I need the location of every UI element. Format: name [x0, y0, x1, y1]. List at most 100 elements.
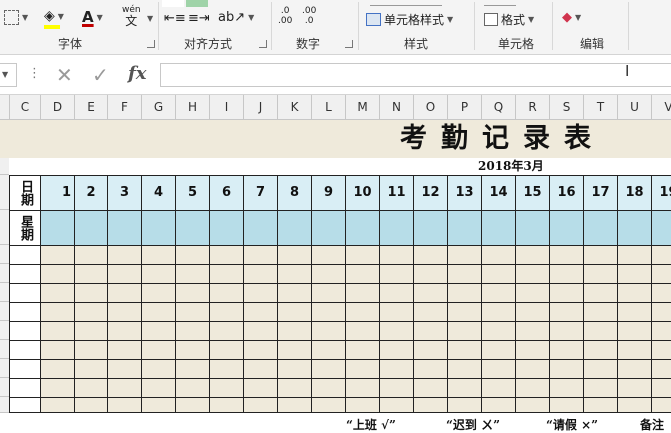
- column-header[interactable]: P: [448, 95, 482, 120]
- attendance-cell[interactable]: [516, 284, 550, 303]
- attendance-cell[interactable]: [448, 284, 482, 303]
- attendance-cell[interactable]: [142, 398, 176, 413]
- row-label-week[interactable]: 星期: [10, 211, 41, 246]
- attendance-cell[interactable]: [176, 303, 210, 322]
- attendance-cell[interactable]: [108, 246, 142, 265]
- column-header[interactable]: G: [142, 95, 176, 120]
- sheet-subtitle[interactable]: 2018年3月: [478, 158, 544, 175]
- attendance-cell[interactable]: [312, 398, 346, 413]
- legend-present[interactable]: “上班 √”: [346, 416, 396, 433]
- column-header[interactable]: L: [312, 95, 346, 120]
- weekday-cell[interactable]: [618, 211, 652, 246]
- column-header[interactable]: V: [652, 95, 671, 120]
- attendance-cell[interactable]: [652, 360, 671, 379]
- attendance-cell[interactable]: [550, 322, 584, 341]
- attendance-cell[interactable]: [652, 303, 671, 322]
- attendance-cell[interactable]: [244, 379, 278, 398]
- row-header[interactable]: [0, 397, 9, 413]
- name-cell[interactable]: [10, 360, 41, 379]
- column-header[interactable]: E: [75, 95, 108, 120]
- attendance-cell[interactable]: [312, 284, 346, 303]
- cancel-icon[interactable]: ✕: [56, 63, 73, 87]
- weekday-cell[interactable]: [278, 211, 312, 246]
- attendance-cell[interactable]: [278, 322, 312, 341]
- column-header[interactable]: K: [278, 95, 312, 120]
- attendance-cell[interactable]: [176, 246, 210, 265]
- attendance-cell[interactable]: [244, 303, 278, 322]
- attendance-cell[interactable]: [108, 265, 142, 284]
- border-button[interactable]: ▼: [4, 10, 28, 25]
- weekday-cell[interactable]: [516, 211, 550, 246]
- weekday-cell[interactable]: [108, 211, 142, 246]
- attendance-cell[interactable]: [41, 322, 75, 341]
- weekday-cell[interactable]: [584, 211, 618, 246]
- attendance-cell[interactable]: [550, 398, 584, 413]
- weekday-cell[interactable]: [550, 211, 584, 246]
- weekday-cell[interactable]: [346, 211, 380, 246]
- day-cell[interactable]: 1: [41, 176, 75, 211]
- attendance-cell[interactable]: [448, 398, 482, 413]
- attendance-cell[interactable]: [550, 360, 584, 379]
- weekday-cell[interactable]: [482, 211, 516, 246]
- attendance-cell[interactable]: [278, 379, 312, 398]
- attendance-cell[interactable]: [380, 303, 414, 322]
- name-cell[interactable]: [10, 265, 41, 284]
- attendance-cell[interactable]: [618, 265, 652, 284]
- attendance-cell[interactable]: [108, 303, 142, 322]
- attendance-cell[interactable]: [448, 246, 482, 265]
- attendance-cell[interactable]: [210, 246, 244, 265]
- attendance-cell[interactable]: [414, 360, 448, 379]
- attendance-cell[interactable]: [210, 322, 244, 341]
- number-dialog-launcher-icon[interactable]: [345, 40, 353, 48]
- day-cell[interactable]: 15: [516, 176, 550, 211]
- attendance-cell[interactable]: [414, 265, 448, 284]
- attendance-cell[interactable]: [380, 341, 414, 360]
- attendance-cell[interactable]: [75, 303, 108, 322]
- attendance-cell[interactable]: [414, 379, 448, 398]
- attendance-cell[interactable]: [618, 246, 652, 265]
- attendance-cell[interactable]: [41, 360, 75, 379]
- attendance-cell[interactable]: [448, 379, 482, 398]
- attendance-cell[interactable]: [448, 303, 482, 322]
- legend-leave[interactable]: “请假 ×”: [546, 416, 598, 433]
- attendance-cell[interactable]: [278, 398, 312, 413]
- column-header[interactable]: F: [108, 95, 142, 120]
- attendance-cell[interactable]: [652, 246, 671, 265]
- attendance-cell[interactable]: [312, 322, 346, 341]
- column-header[interactable]: I: [210, 95, 244, 120]
- column-header[interactable]: Q: [482, 95, 516, 120]
- confirm-icon[interactable]: ✓: [92, 63, 109, 87]
- attendance-cell[interactable]: [142, 379, 176, 398]
- attendance-cell[interactable]: [75, 398, 108, 413]
- attendance-cell[interactable]: [380, 398, 414, 413]
- row-header[interactable]: [0, 245, 9, 264]
- conditional-format-button-partial[interactable]: [370, 0, 442, 6]
- attendance-cell[interactable]: [142, 246, 176, 265]
- weekday-cell[interactable]: [380, 211, 414, 246]
- insert-function-icon[interactable]: fx: [128, 63, 146, 84]
- column-header[interactable]: R: [516, 95, 550, 120]
- font-color-button[interactable]: A ▼: [82, 8, 103, 26]
- attendance-cell[interactable]: [516, 322, 550, 341]
- day-cell[interactable]: 4: [142, 176, 176, 211]
- attendance-cell[interactable]: [75, 322, 108, 341]
- day-cell[interactable]: 8: [278, 176, 312, 211]
- attendance-cell[interactable]: [618, 341, 652, 360]
- attendance-cell[interactable]: [618, 284, 652, 303]
- row-header[interactable]: [0, 283, 9, 302]
- attendance-cell[interactable]: [108, 379, 142, 398]
- weekday-cell[interactable]: [142, 211, 176, 246]
- attendance-cell[interactable]: [142, 322, 176, 341]
- attendance-cell[interactable]: [312, 246, 346, 265]
- attendance-cell[interactable]: [346, 322, 380, 341]
- attendance-cell[interactable]: [584, 284, 618, 303]
- attendance-cell[interactable]: [176, 322, 210, 341]
- name-cell[interactable]: [10, 303, 41, 322]
- attendance-cell[interactable]: [142, 265, 176, 284]
- attendance-cell[interactable]: [584, 246, 618, 265]
- attendance-cell[interactable]: [244, 322, 278, 341]
- attendance-cell[interactable]: [380, 379, 414, 398]
- attendance-cell[interactable]: [516, 303, 550, 322]
- column-header[interactable]: T: [584, 95, 618, 120]
- attendance-cell[interactable]: [346, 379, 380, 398]
